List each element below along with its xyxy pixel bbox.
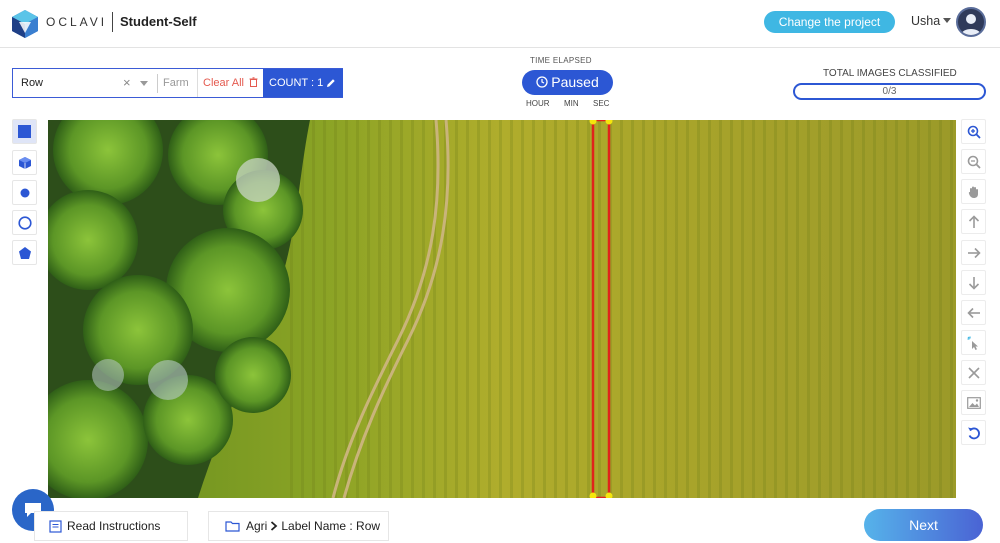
cube-icon (18, 156, 31, 169)
annotation-canvas[interactable] (48, 120, 956, 498)
field-image (48, 120, 956, 498)
pan-button[interactable] (961, 179, 986, 204)
user-menu-caret-icon[interactable] (943, 18, 951, 23)
circle-icon (17, 215, 32, 230)
time-unit-hour: HOUR (526, 99, 550, 108)
label-select-value[interactable]: Row (21, 77, 43, 89)
clear-all-label: Clear All (203, 77, 244, 89)
count-label: COUNT : 1 (269, 77, 324, 89)
top-bar: OCLAVI Student-Self Change the project U… (0, 0, 1000, 48)
reset-button[interactable] (961, 420, 986, 445)
point-tool[interactable] (12, 180, 37, 205)
zoom-out-icon (967, 155, 981, 169)
timer-status-button[interactable]: Paused (522, 70, 613, 95)
label-selector-divider (197, 69, 198, 97)
brand-name: OCLAVI (46, 15, 108, 29)
label-selector-divider (157, 74, 158, 93)
read-instructions-label: Read Instructions (67, 519, 161, 533)
folder-icon (225, 521, 240, 532)
read-instructions-button[interactable]: Read Instructions (34, 511, 188, 541)
dot-icon (20, 188, 29, 197)
classified-progress-bar: 0/3 (793, 83, 986, 100)
clear-all-button[interactable]: Clear All (203, 77, 258, 89)
arrow-up-icon (968, 214, 979, 228)
move-down-button[interactable] (961, 270, 986, 295)
time-unit-min: MIN (564, 99, 579, 108)
cuboid-tool[interactable] (12, 150, 37, 175)
breadcrumb-folder[interactable]: Agri (246, 519, 267, 533)
trash-icon (249, 77, 258, 87)
header-divider (112, 12, 113, 32)
zoom-out-button[interactable] (961, 149, 986, 174)
arrow-left-icon (966, 307, 980, 318)
instructions-book-icon (49, 519, 62, 533)
project-name: Student-Self (120, 14, 197, 29)
user-avatar-icon (961, 14, 981, 35)
move-up-button[interactable] (961, 209, 986, 234)
label-selector: Row × Farm Clear All COUNT : 1 (12, 68, 343, 98)
zoom-in-button[interactable] (961, 119, 986, 144)
classified-progress-text: 0/3 (882, 86, 897, 97)
square-icon (18, 125, 31, 138)
rectangle-tool[interactable] (12, 119, 37, 144)
total-images-classified-title: TOTAL IMAGES CLASSIFIED (823, 68, 957, 79)
undo-icon (967, 427, 980, 439)
cursor-click-icon (967, 336, 978, 350)
move-right-button[interactable] (961, 240, 986, 265)
circle-tool[interactable] (12, 210, 37, 235)
polygon-tool[interactable] (12, 240, 37, 265)
image-icon (966, 396, 981, 409)
pentagon-icon (18, 246, 31, 259)
count-badge[interactable]: COUNT : 1 (263, 69, 343, 97)
avatar[interactable] (956, 7, 986, 37)
hand-icon (968, 186, 978, 198)
clock-icon (536, 76, 548, 88)
zoom-in-icon (967, 125, 981, 139)
oclavi-logo-icon (12, 10, 38, 38)
edit-pencil-icon (327, 79, 335, 87)
arrow-right-icon (967, 247, 981, 258)
delete-button[interactable] (961, 360, 986, 385)
chevron-right-icon (271, 521, 278, 531)
close-icon (967, 366, 980, 379)
time-unit-sec: SEC (593, 99, 610, 108)
timer-status-label: Paused (551, 74, 599, 90)
change-project-button[interactable]: Change the project (764, 11, 895, 33)
next-button[interactable]: Next (864, 509, 983, 541)
secondary-label-input[interactable]: Farm (163, 77, 189, 89)
move-left-button[interactable] (961, 300, 986, 325)
image-button[interactable] (961, 390, 986, 415)
user-name[interactable]: Usha (911, 14, 940, 28)
select-button[interactable] (961, 330, 986, 355)
breadcrumb-label-name: Label Name : Row (281, 519, 381, 533)
time-elapsed-title: TIME ELAPSED (530, 56, 592, 65)
breadcrumb: Agri Label Name : Row (208, 511, 389, 541)
arrow-down-icon (968, 276, 979, 290)
label-dropdown-icon[interactable] (140, 81, 148, 86)
clear-selection-icon[interactable]: × (123, 75, 131, 90)
